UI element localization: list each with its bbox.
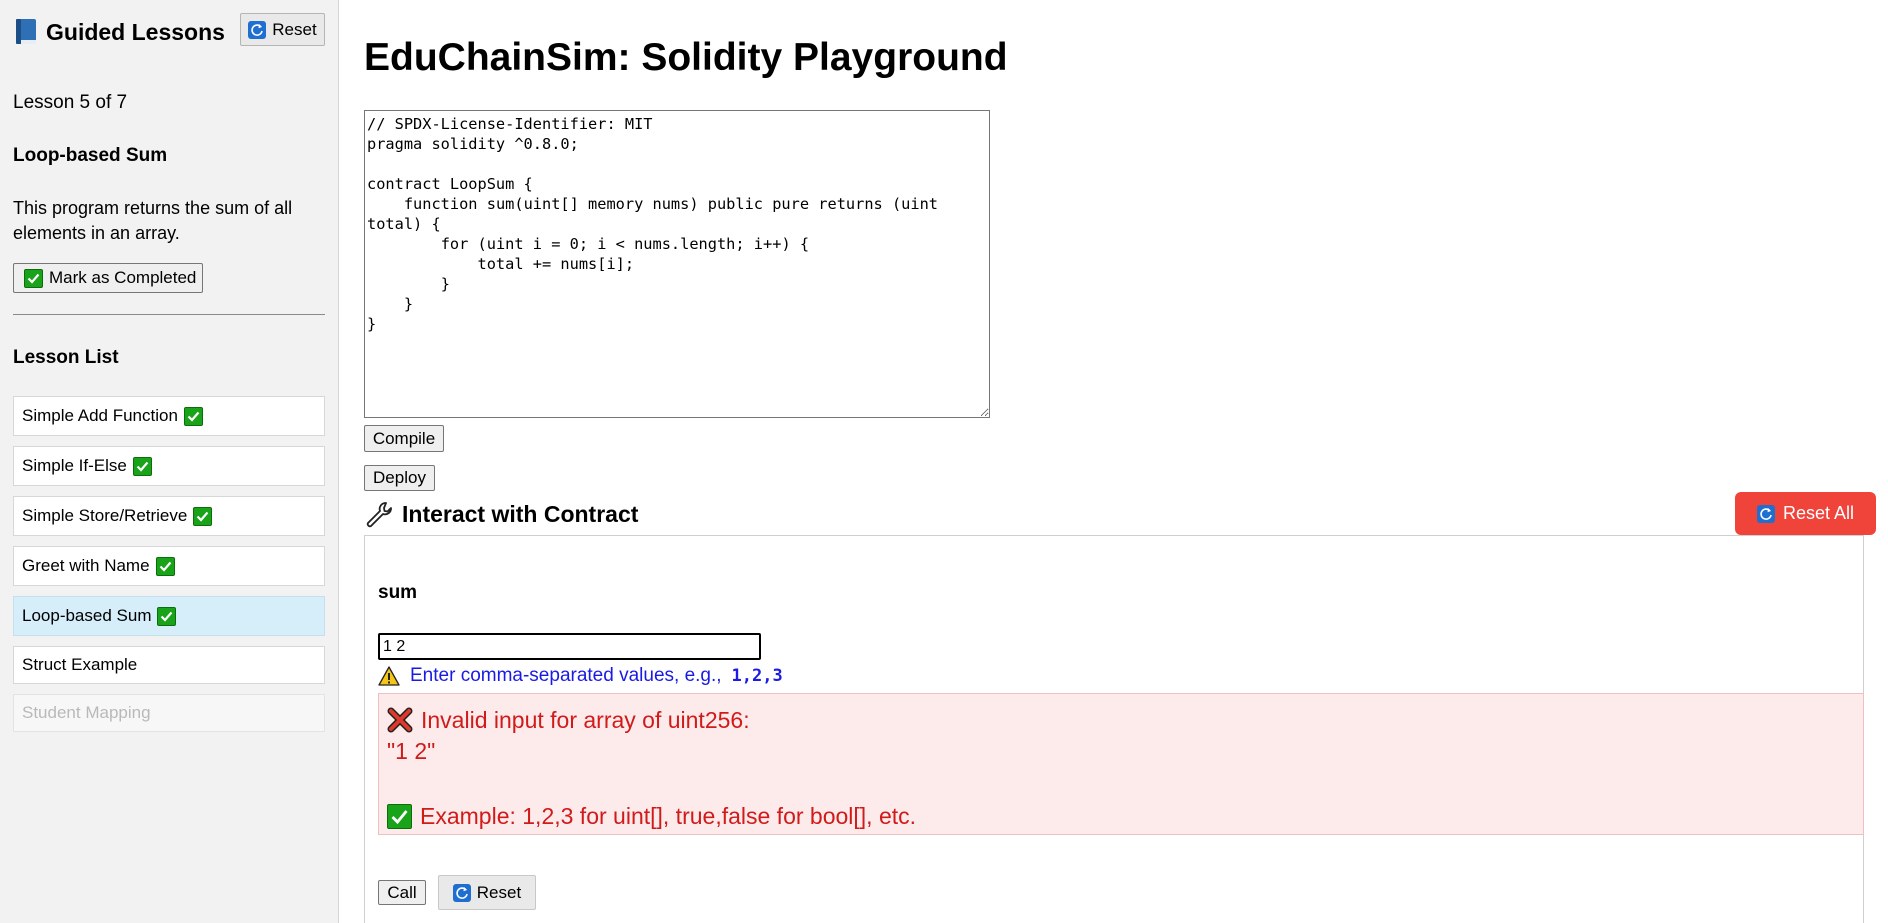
error-message: Invalid input for array of uint256: "1 2… bbox=[378, 693, 1864, 835]
lesson-item-label: Student Mapping bbox=[22, 703, 151, 722]
check-icon bbox=[387, 803, 412, 829]
lesson-item-struct-example[interactable]: Struct Example bbox=[13, 646, 325, 684]
check-icon bbox=[157, 606, 177, 626]
reset-function-button[interactable]: Reset bbox=[438, 875, 536, 910]
lesson-item-label: Simple Add Function bbox=[22, 406, 178, 425]
check-icon bbox=[193, 506, 213, 526]
check-icon bbox=[155, 556, 175, 576]
error-title-line: Invalid input for array of uint256: bbox=[387, 705, 750, 735]
refresh-icon bbox=[1756, 504, 1775, 523]
mark-completed-button[interactable]: Mark as Completed bbox=[13, 263, 203, 293]
reset-all-label: Reset All bbox=[1782, 503, 1855, 523]
mark-completed-label: Mark as Completed bbox=[49, 268, 197, 287]
lesson-item-label: Loop-based Sum bbox=[22, 606, 152, 625]
cross-icon bbox=[387, 707, 413, 733]
check-icon bbox=[24, 268, 43, 288]
lesson-item-label: Simple Store/Retrieve bbox=[22, 506, 188, 525]
book-icon bbox=[16, 19, 36, 44]
array-argument-input[interactable] bbox=[378, 633, 761, 660]
reset-function-label: Reset bbox=[476, 882, 522, 902]
refresh-icon bbox=[452, 883, 471, 902]
playground-main: EduChainSim: Solidity Playground // SPDX… bbox=[364, 0, 1888, 923]
check-icon bbox=[132, 456, 152, 476]
current-lesson-title: Loop-based Sum bbox=[13, 145, 168, 166]
lesson-list-heading: Lesson List bbox=[13, 347, 119, 368]
page-title: EduChainSim: Solidity Playground bbox=[364, 36, 1008, 79]
code-editor[interactable]: // SPDX-License-Identifier: MIT pragma s… bbox=[364, 110, 990, 418]
current-lesson-description: This program returns the sum of all elem… bbox=[13, 198, 293, 243]
lesson-item-student-mapping: Student Mapping bbox=[13, 694, 325, 732]
lesson-item-greet-with-name[interactable]: Greet with Name bbox=[13, 546, 325, 586]
lesson-counter: Lesson 5 of 7 bbox=[13, 92, 128, 113]
warning-icon bbox=[378, 666, 400, 686]
reset-lessons-button[interactable]: Reset bbox=[240, 13, 325, 46]
lesson-item-label: Struct Example bbox=[22, 655, 138, 674]
error-example-line: Example: 1,2,3 for uint[], true,false fo… bbox=[387, 801, 916, 831]
lesson-item-simple-add-function[interactable]: Simple Add Function bbox=[13, 396, 325, 436]
error-title: Invalid input for array of uint256: bbox=[421, 707, 750, 733]
hint-example: 1,2,3 bbox=[731, 666, 783, 686]
lesson-item-label: Greet with Name bbox=[22, 556, 150, 575]
reset-all-button[interactable]: Reset All bbox=[1735, 492, 1876, 535]
lesson-sidebar: Guided Lessons Reset Lesson 5 of 7 Loop-… bbox=[0, 0, 339, 923]
error-value: "1 2" bbox=[387, 738, 436, 764]
error-example: Example: 1,2,3 for uint[], true,false fo… bbox=[420, 803, 917, 829]
lesson-list: Simple Add Function Simple If-Else Simpl… bbox=[13, 396, 325, 742]
compile-button[interactable]: Compile bbox=[364, 425, 444, 452]
refresh-icon bbox=[248, 20, 267, 39]
lesson-item-label: Simple If-Else bbox=[22, 456, 127, 475]
deploy-button[interactable]: Deploy bbox=[364, 465, 435, 491]
sidebar-divider bbox=[13, 314, 325, 315]
sidebar-title: Guided Lessons bbox=[46, 19, 225, 45]
interact-title: Interact with Contract bbox=[402, 501, 639, 527]
reset-label: Reset bbox=[272, 19, 317, 39]
hint-text: Enter comma-separated values, e.g., bbox=[410, 665, 722, 686]
function-name: sum bbox=[378, 582, 418, 603]
lesson-item-loop-based-sum[interactable]: Loop-based Sum bbox=[13, 596, 325, 636]
check-icon bbox=[183, 406, 203, 426]
input-hint: Enter comma-separated values, e.g., 1,2,… bbox=[378, 665, 783, 687]
lesson-item-simple-if-else[interactable]: Simple If-Else bbox=[13, 446, 325, 486]
lesson-item-simple-store-retrieve[interactable]: Simple Store/Retrieve bbox=[13, 496, 325, 536]
call-button[interactable]: Call bbox=[378, 880, 426, 905]
wrench-icon bbox=[366, 502, 392, 528]
function-panel: sum Enter comma-separated values, e.g., … bbox=[364, 535, 1864, 923]
